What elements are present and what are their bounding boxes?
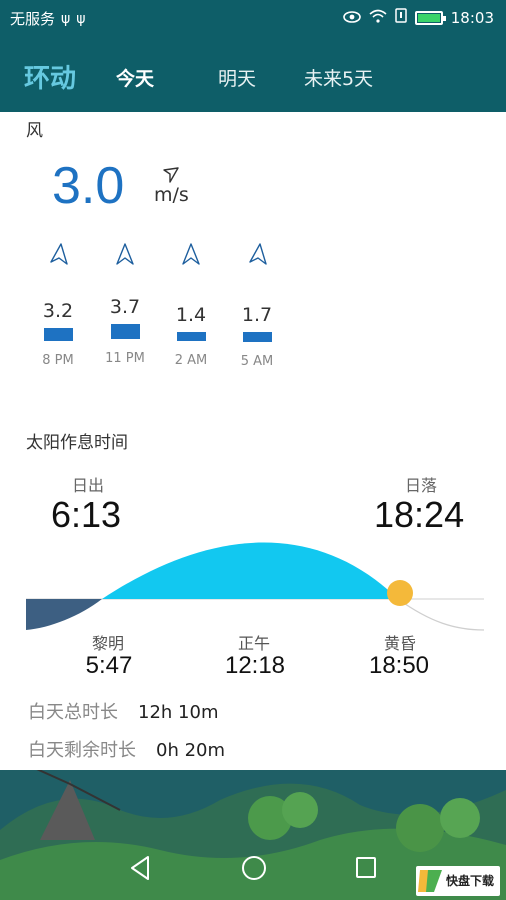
sun-section-title: 太阳作息时间 [26, 433, 128, 453]
total-daylight-label: 白天总时长 [28, 702, 118, 723]
tab-next-5-days[interactable]: 未来5天 [304, 64, 373, 91]
daylight-arc [102, 542, 398, 599]
clock-text: 18:03 [450, 8, 494, 27]
usb-icon: ψ [76, 10, 86, 27]
wind-direction-icon [28, 242, 88, 268]
wind-forecast-item: 1.7 5 AM [227, 242, 287, 369]
home-button[interactable] [240, 854, 268, 886]
sunrise-label: 日出 [72, 476, 105, 495]
noon-time: 12:18 [224, 652, 286, 679]
tab-today[interactable]: 今天 [116, 64, 154, 91]
wind-speed-bar [110, 324, 140, 339]
wind-forecast-item: 3.2 8 PM [28, 242, 88, 368]
wind-unit: m/s [154, 184, 189, 206]
remaining-daylight-label: 白天剩余时长 [28, 740, 136, 761]
wind-forecast-value: 3.7 [109, 296, 141, 318]
wind-section-title: 风 [26, 121, 43, 141]
wind-forecast-value: 1.4 [175, 304, 207, 326]
dawn-time: 5:47 [85, 652, 133, 679]
sun-arc-chart [26, 542, 485, 631]
wind-forecast-item: 1.4 2 AM [161, 242, 221, 368]
wind-forecast-value: 1.7 [241, 304, 273, 326]
wind-direction-icon [227, 242, 287, 268]
wind-direction-icon [161, 242, 221, 268]
carrier-text: 无服务 [10, 10, 56, 28]
dusk-time: 18:50 [368, 652, 430, 679]
watermark-text: 快盘下载 [446, 874, 495, 888]
wifi-icon [369, 9, 387, 27]
wind-forecast-time: 11 PM [105, 351, 145, 366]
main-content[interactable]: 风 3.0 m/s 3.2 8 PM 3.7 11 PM 1.4 2 AM 1.… [0, 112, 506, 770]
back-button[interactable] [128, 854, 152, 886]
sun-position-dot [387, 580, 413, 606]
wind-speed-bar [43, 328, 73, 341]
app-bar: 环动 今天 明天 未来5天 [0, 36, 506, 112]
recent-apps-button[interactable] [354, 854, 378, 886]
night-curve-after-sunset [397, 598, 485, 631]
navigation-bar: 快盘下载 [0, 840, 506, 900]
status-right: 18:03 [342, 8, 494, 27]
dawn-label: 黎明 [91, 634, 124, 653]
wind-speed-bar [242, 332, 272, 342]
total-daylight-value: 12h 10m [138, 702, 219, 723]
wind-forecast-item: 3.7 11 PM [95, 242, 155, 366]
battery-icon [414, 10, 446, 25]
status-bar: 无服务 ψ ψ 18:03 [0, 0, 506, 36]
wind-speed-bar [176, 332, 206, 341]
current-wind-speed: 3.0 [52, 157, 125, 215]
app-title: 环动 [24, 64, 77, 94]
remaining-daylight-row: 白天剩余时长 0h 20m [28, 736, 225, 762]
dusk-label: 黄昏 [383, 634, 416, 653]
usb-icon: ψ [61, 10, 71, 27]
sim-icon [395, 8, 407, 27]
wind-direction-icon [95, 242, 155, 268]
wind-forecast-value: 3.2 [42, 300, 74, 322]
wind-forecast-time: 2 AM [174, 353, 208, 368]
watermark-logo: 快盘下载 [416, 866, 500, 896]
night-area-before-sunrise [26, 599, 102, 630]
sunset-label: 日落 [405, 476, 438, 495]
tab-tomorrow[interactable]: 明天 [218, 64, 256, 91]
eye-icon [342, 9, 361, 27]
wind-forecast-time: 5 AM [240, 354, 274, 369]
remaining-daylight-value: 0h 20m [156, 740, 226, 761]
status-left: 无服务 ψ ψ [10, 8, 86, 29]
wind-forecast-time: 8 PM [42, 353, 74, 368]
noon-label: 正午 [237, 634, 270, 653]
total-daylight-row: 白天总时长 12h 10m [28, 698, 218, 724]
